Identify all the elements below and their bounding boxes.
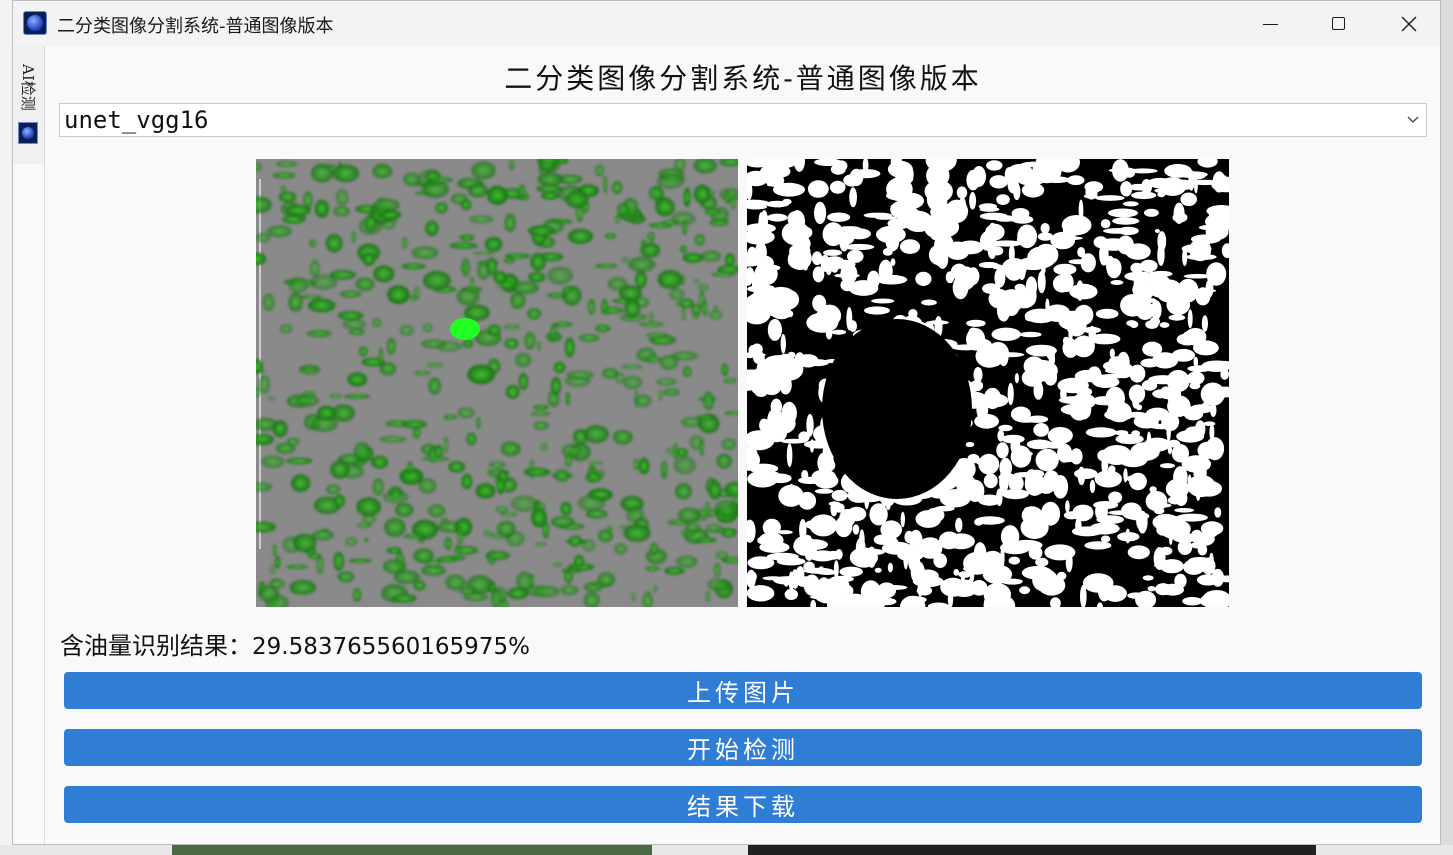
chevron-down-icon <box>1407 116 1419 123</box>
divider <box>44 164 45 844</box>
tab-label: AI检测 <box>19 64 37 111</box>
background-window-bottom <box>0 845 1453 855</box>
app-window: 二分类图像分割系统-普通图像版本 AI检测 二分类图像分割系统-普通图像版本 u… <box>12 0 1441 845</box>
result-value: 29.583765560165975% <box>252 634 530 660</box>
model-select[interactable]: unet_vgg16 <box>59 103 1427 137</box>
close-icon <box>1401 16 1417 31</box>
result-mask-image <box>747 159 1229 607</box>
app-icon <box>23 11 47 35</box>
start-detection-button[interactable]: 开始检测 <box>64 729 1422 766</box>
app-icon <box>18 122 38 144</box>
download-result-button[interactable]: 结果下载 <box>64 786 1422 823</box>
result-text: 含油量识别结果：29.583765560165975% <box>60 626 530 661</box>
maximize-button[interactable] <box>1308 1 1368 46</box>
input-image <box>256 159 738 607</box>
tab-ai-detection[interactable]: AI检测 <box>13 46 45 164</box>
close-button[interactable] <box>1379 1 1439 46</box>
background-image-strip <box>172 845 652 855</box>
window-title: 二分类图像分割系统-普通图像版本 <box>57 16 334 37</box>
maximize-icon <box>1331 17 1345 30</box>
minimize-button[interactable] <box>1240 1 1300 46</box>
model-select-value: unet_vgg16 <box>64 106 209 134</box>
page-title: 二分类图像分割系统-普通图像版本 <box>504 62 982 95</box>
minimize-icon <box>1262 24 1278 25</box>
upload-image-button[interactable]: 上传图片 <box>64 672 1422 709</box>
result-label: 含油量识别结果： <box>60 632 252 660</box>
background-image-strip <box>748 845 1316 855</box>
title-bar[interactable]: 二分类图像分割系统-普通图像版本 <box>13 1 1440 46</box>
